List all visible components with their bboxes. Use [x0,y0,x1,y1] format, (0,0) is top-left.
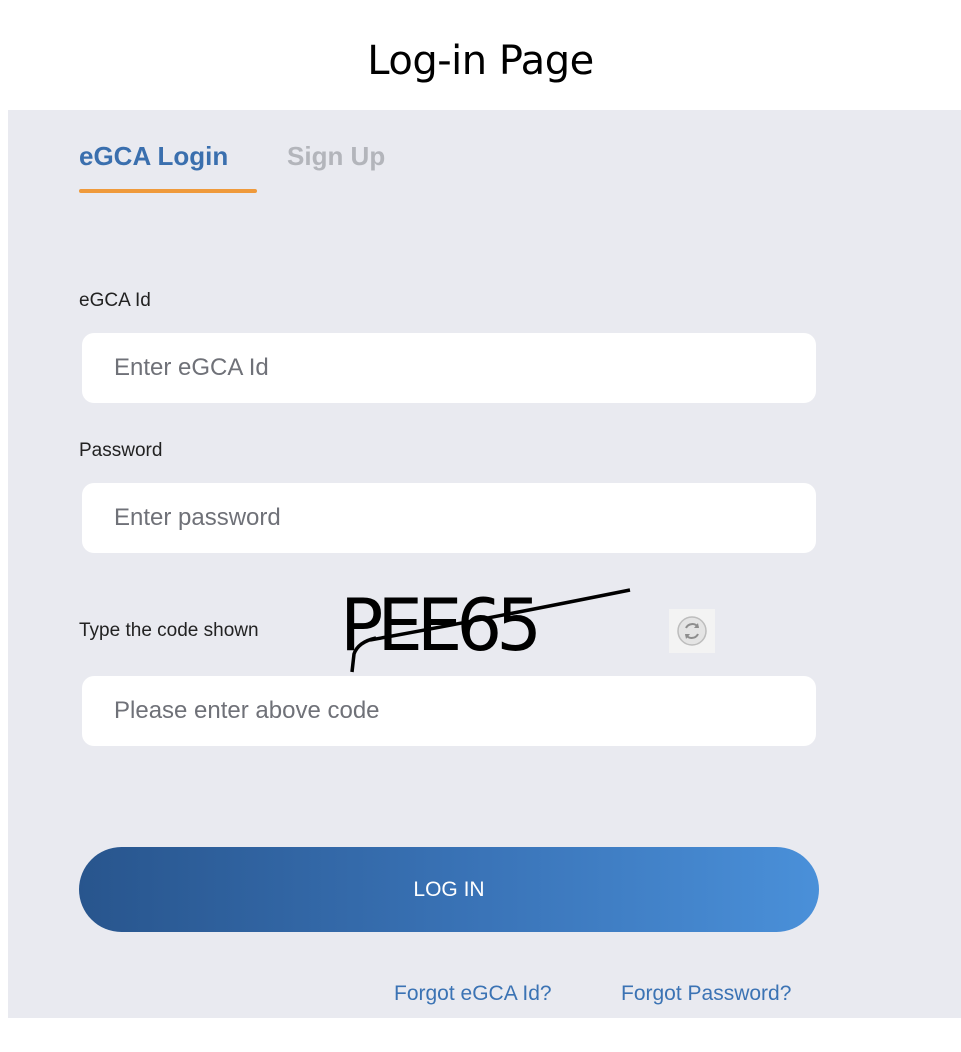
captcha-image: PEE65 [340,583,631,673]
password-input[interactable] [82,483,816,553]
forgot-password-link[interactable]: Forgot Password? [621,982,791,1006]
egca-id-label: eGCA Id [79,290,151,311]
captcha-refresh-button[interactable] [669,609,715,653]
captcha-code: PEE65 [340,583,536,667]
refresh-icon [677,616,707,646]
tab-egca-login[interactable]: eGCA Login [79,141,228,172]
page-title: Log-in Page [367,38,594,84]
login-button[interactable]: LOG IN [79,847,819,932]
active-tab-indicator [79,189,257,193]
captcha-label: Type the code shown [79,620,259,641]
egca-id-input[interactable] [82,333,816,403]
forgot-egca-id-link[interactable]: Forgot eGCA Id? [394,982,552,1006]
tab-sign-up[interactable]: Sign Up [287,141,385,172]
captcha-input[interactable] [82,676,816,746]
password-label: Password [79,440,163,461]
